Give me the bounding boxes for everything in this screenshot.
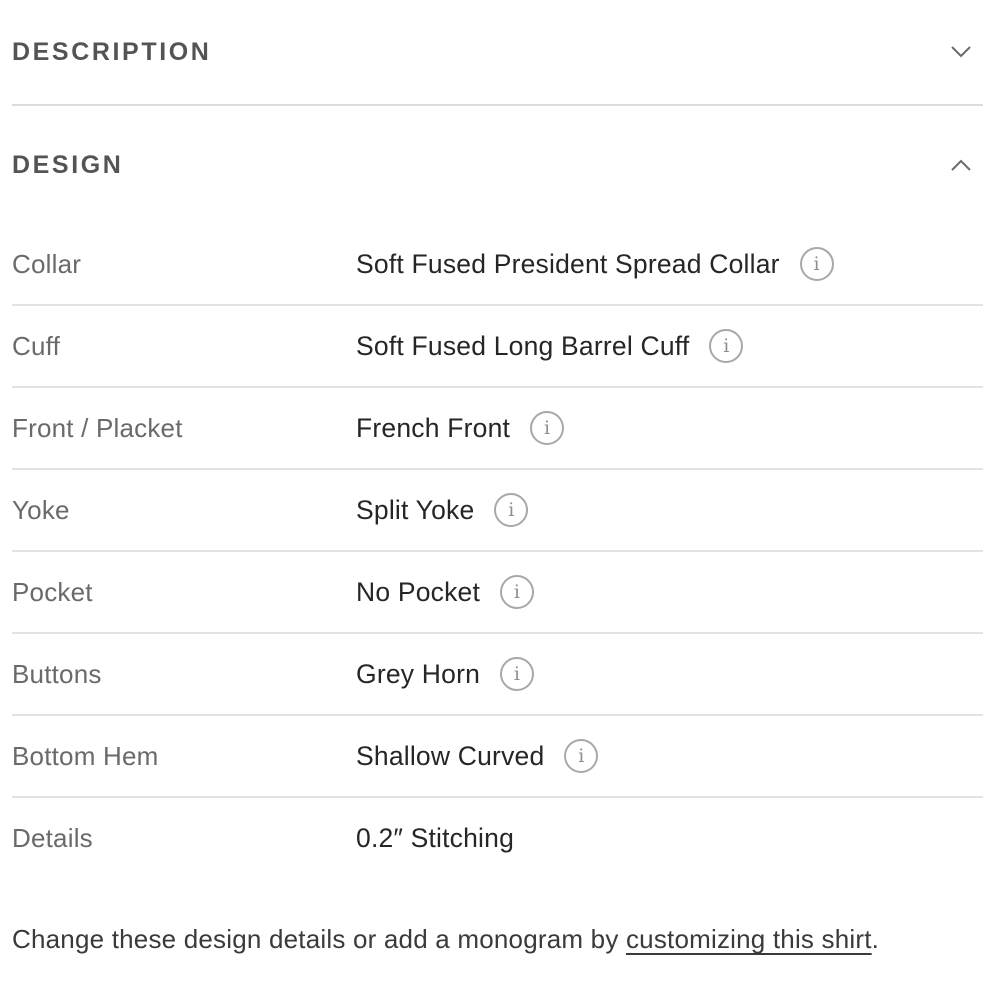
description-section-header[interactable]: DESCRIPTION [12,0,983,106]
detail-label: Yoke [12,494,70,525]
detail-value: Grey Horn [356,658,481,689]
customize-note: Change these design details or add a mon… [12,924,879,955]
info-icon[interactable]: i [799,247,834,281]
detail-value: French Front [356,412,511,443]
detail-label: Cuff [12,330,61,361]
detail-row-buttons: Buttons Grey Horn i [12,634,983,716]
description-title: DESCRIPTION [12,37,212,66]
detail-row-pocket: Pocket No Pocket i [12,552,983,634]
detail-row-front-placket: Front / Placket French Front i [12,388,983,470]
chevron-down-icon[interactable] [941,32,981,72]
detail-value: 0.2″ Stitching [356,822,515,853]
design-details-list: Collar Soft Fused President Spread Colla… [12,224,983,878]
customize-note-text: Change these design details or add a mon… [12,924,626,954]
design-title: DESIGN [12,150,124,179]
customize-note-end: . [871,924,880,954]
chevron-up-icon[interactable] [941,145,981,185]
detail-row-collar: Collar Soft Fused President Spread Colla… [12,224,983,306]
info-icon[interactable]: i [564,739,599,773]
info-icon[interactable]: i [500,657,535,691]
detail-label: Bottom Hem [12,740,159,771]
detail-label: Collar [12,248,82,279]
detail-label: Details [12,822,93,853]
design-section-header[interactable]: DESIGN [12,106,983,224]
detail-label: Buttons [12,658,102,689]
info-icon[interactable]: i [709,329,744,363]
detail-row-cuff: Cuff Soft Fused Long Barrel Cuff i [12,306,983,388]
product-details-accordion: DESCRIPTION DESIGN Collar Soft Fused Pre… [12,0,983,954]
detail-row-yoke: Yoke Split Yoke i [12,470,983,552]
info-icon[interactable]: i [500,575,535,609]
customize-shirt-link[interactable]: customizing this shirt [626,924,872,954]
detail-label: Pocket [12,576,93,607]
detail-value: Soft Fused President Spread Collar [356,248,780,279]
detail-value: Soft Fused Long Barrel Cuff [356,330,690,361]
detail-value: Shallow Curved [356,740,545,771]
info-icon[interactable]: i [494,493,529,527]
detail-value: Split Yoke [356,494,475,525]
detail-label: Front / Placket [12,412,183,443]
detail-value: No Pocket [356,576,481,607]
detail-row-details: Details 0.2″ Stitching [12,798,983,878]
detail-row-bottom-hem: Bottom Hem Shallow Curved i [12,716,983,798]
info-icon[interactable]: i [530,411,565,445]
